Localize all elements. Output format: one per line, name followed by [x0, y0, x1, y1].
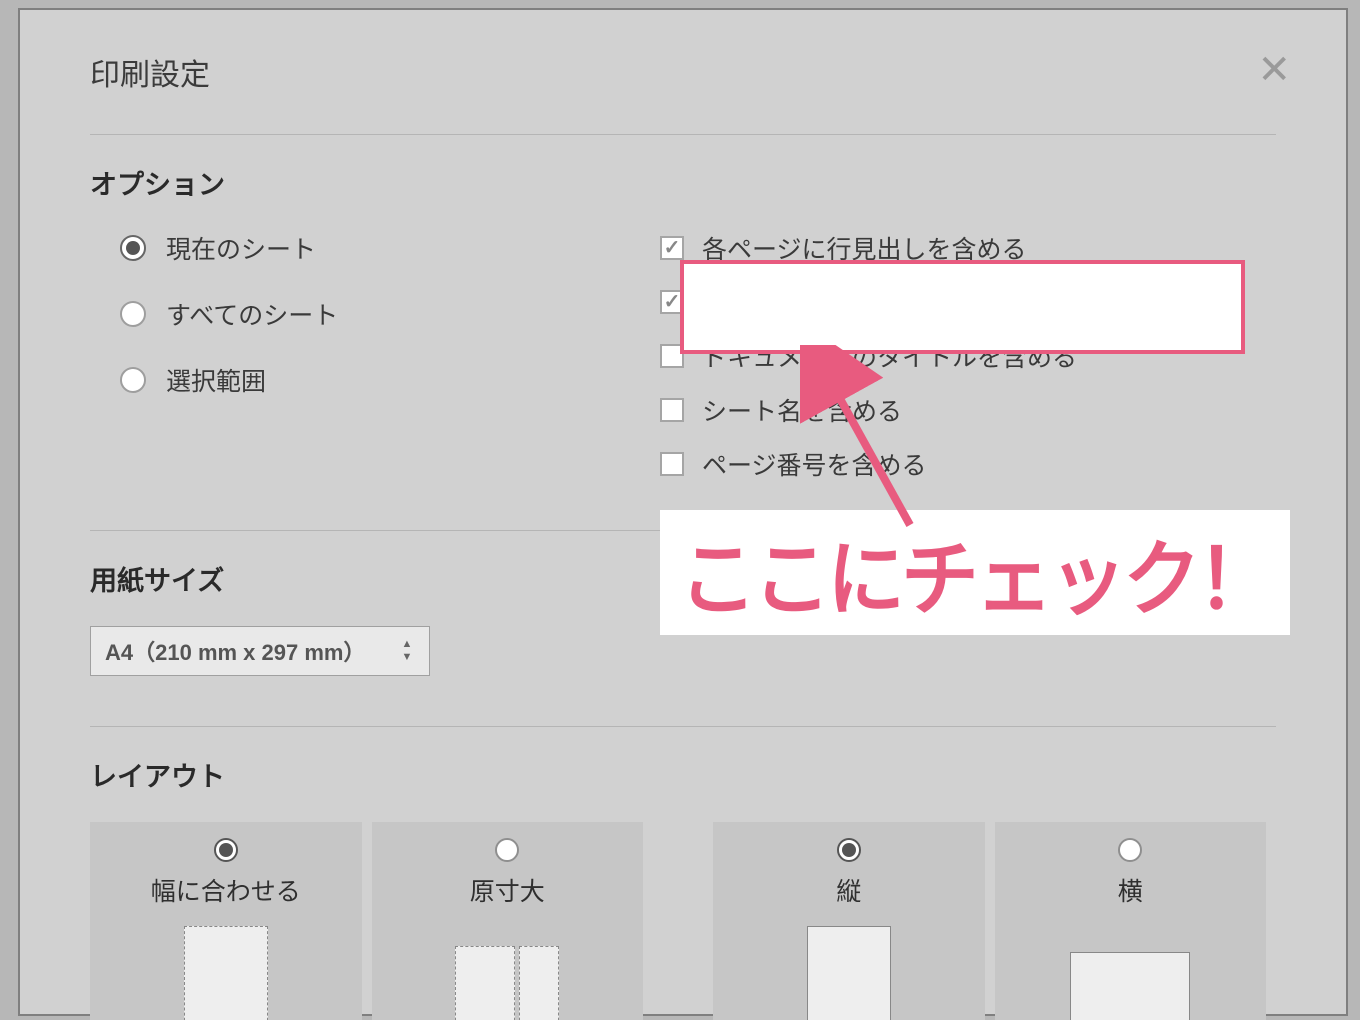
annotation-callout-text: ここにチェック！ [679, 514, 1271, 632]
check-sheet-name[interactable]: シート名を含める [660, 392, 1276, 428]
checkbox-icon [660, 236, 684, 260]
radio-label: すべてのシート [166, 296, 338, 332]
check-page-number[interactable]: ページ番号を含める [660, 446, 1276, 482]
layout-thumb [455, 926, 559, 1020]
check-label: ドキュメントのタイトルを含める [702, 338, 1077, 374]
radio-current-sheet[interactable]: 現在のシート [120, 230, 660, 266]
check-no-gridlines[interactable]: グリッド線なし [660, 284, 1276, 320]
layout-row: 幅に合わせる 原寸大 縦 横 [90, 822, 1276, 1020]
options-columns: 現在のシート すべてのシート 選択範囲 各ページに行見出しを含める グリッド線な… [90, 230, 1276, 500]
paper-size-select[interactable]: A4（210 mm x 297 mm） ▲▼ [90, 626, 430, 676]
layout-label: 幅に合わせる [151, 872, 301, 908]
radio-icon [495, 838, 519, 862]
layout-actual-size[interactable]: 原寸大 [372, 822, 644, 1020]
check-label: シート名を含める [702, 392, 902, 428]
radio-all-sheets[interactable]: すべてのシート [120, 296, 660, 332]
layout-label: 横 [1118, 872, 1143, 908]
divider [90, 134, 1276, 135]
options-radios: 現在のシート すべてのシート 選択範囲 [90, 230, 660, 500]
check-label: グリッド線なし [702, 284, 877, 320]
divider [90, 726, 1276, 727]
layout-label: 縦 [836, 872, 861, 908]
checkbox-icon [660, 290, 684, 314]
radio-selection[interactable]: 選択範囲 [120, 362, 660, 398]
radio-label: 現在のシート [166, 230, 316, 266]
close-icon[interactable]: ✕ [1257, 50, 1291, 90]
check-doc-title[interactable]: ドキュメントのタイトルを含める [660, 338, 1276, 374]
annotation-callout: ここにチェック！ [660, 510, 1290, 635]
radio-icon [120, 235, 146, 261]
dialog-title: 印刷設定 [90, 50, 1276, 94]
radio-icon [120, 301, 146, 327]
radio-icon [837, 838, 861, 862]
radio-icon [120, 367, 146, 393]
layout-label: 原寸大 [470, 872, 545, 908]
radio-icon [214, 838, 238, 862]
options-checks: 各ページに行見出しを含める グリッド線なし ドキュメントのタイトルを含める シー… [660, 230, 1276, 500]
layout-fit-width[interactable]: 幅に合わせる [90, 822, 362, 1020]
checkbox-icon [660, 452, 684, 476]
radio-label: 選択範囲 [166, 362, 266, 398]
layout-thumb [184, 926, 268, 1020]
options-heading: オプション [90, 163, 1276, 202]
checkbox-icon [660, 398, 684, 422]
layout-landscape[interactable]: 横 [995, 822, 1267, 1020]
select-stepper-icon: ▲▼ [399, 639, 415, 663]
radio-icon [1118, 838, 1142, 862]
layout-thumb [1070, 926, 1190, 1020]
layout-portrait[interactable]: 縦 [713, 822, 985, 1020]
check-row-headers[interactable]: 各ページに行見出しを含める [660, 230, 1276, 266]
layout-thumb [807, 926, 891, 1020]
check-label: ページ番号を含める [702, 446, 927, 482]
check-label: 各ページに行見出しを含める [702, 230, 1027, 266]
checkbox-icon [660, 344, 684, 368]
select-value: A4（210 mm x 297 mm） [105, 635, 365, 667]
layout-heading: レイアウト [90, 755, 1276, 794]
